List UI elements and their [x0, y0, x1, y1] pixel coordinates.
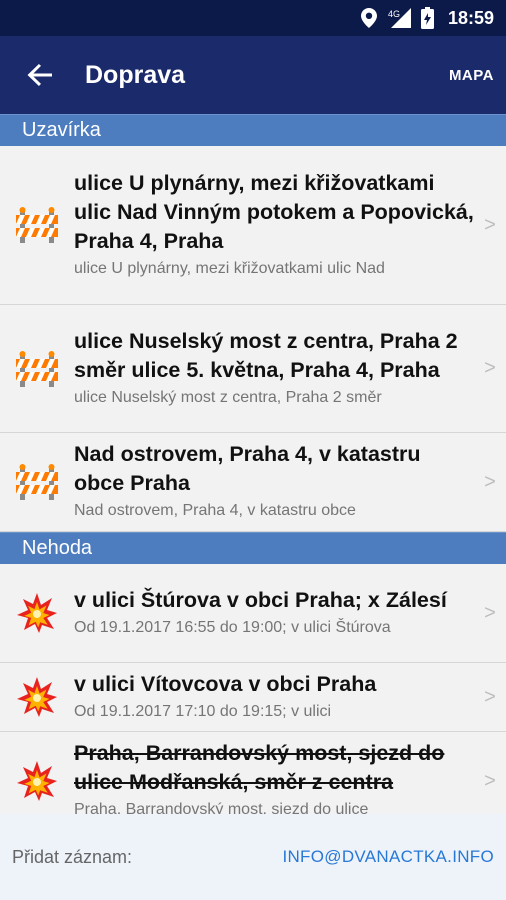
chevron-right-icon: >: [484, 769, 496, 792]
traffic-list: Uzavírka ulice U plynárny, mezi křižovat…: [0, 114, 506, 814]
status-bar: 4G 18:59: [0, 0, 506, 36]
status-time: 18:59: [447, 7, 494, 28]
item-subtitle: Nad ostrovem, Praha 4, v katastru obce: [74, 502, 356, 519]
signal-icon: 4G: [387, 8, 411, 28]
svg-text:4G: 4G: [388, 9, 400, 19]
item-title: ulice Nuselský most z centra, Praha 2 sm…: [74, 328, 458, 382]
email-link[interactable]: INFO@DVANACTKA.INFO: [282, 847, 494, 867]
roadblock-icon: [0, 207, 74, 243]
list-item[interactable]: v ulici Vítovcova v obci Praha Od 19.1.2…: [0, 663, 506, 732]
list-item[interactable]: Praha, Barrandovský most, sjezd do ulice…: [0, 732, 506, 814]
map-button[interactable]: MAPA: [439, 67, 506, 84]
item-title: Nad ostrovem, Praha 4, v katastru obce P…: [74, 442, 421, 495]
list-item[interactable]: ulice Nuselský most z centra, Praha 2 sm…: [0, 305, 506, 433]
footer-add-record: Přidat záznam: INFO@DVANACTKA.INFO: [0, 814, 506, 900]
item-subtitle: Od 19.1.2017 17:10 do 19:15; v ulici: [74, 702, 332, 720]
item-title: Praha, Barrandovský most, sjezd do ulice…: [74, 741, 445, 794]
item-subtitle: Praha, Barrandovský most, sjezd do ulice: [74, 801, 369, 814]
roadblock-icon: [0, 350, 74, 387]
chevron-right-icon: >: [484, 685, 496, 708]
item-subtitle: Od 19.1.2017 16:55 do 19:00; v ulici Štú…: [74, 618, 391, 636]
list-item[interactable]: ulice U plynárny, mezi křižovatkami ulic…: [0, 146, 506, 305]
accident-explosion-icon: [0, 761, 74, 801]
item-subtitle: ulice Nuselský most z centra, Praha 2 sm…: [74, 388, 382, 406]
arrow-back-icon: [27, 64, 52, 86]
battery-icon: [420, 7, 434, 29]
section-header-uzavirka: Uzavírka: [0, 114, 506, 146]
item-title: ulice U plynárny, mezi křižovatkami ulic…: [74, 170, 474, 253]
chevron-right-icon: >: [484, 357, 496, 379]
add-record-label: Přidat záznam:: [12, 846, 133, 867]
back-button[interactable]: [0, 36, 80, 114]
list-item[interactable]: v ulici Štúrova v obci Praha; x Zálesí O…: [0, 564, 506, 663]
list-item[interactable]: Nad ostrovem, Praha 4, v katastru obce P…: [0, 433, 506, 532]
chevron-right-icon: >: [484, 470, 496, 493]
chevron-right-icon: >: [484, 213, 496, 236]
accident-explosion-icon: [0, 677, 74, 717]
page-title: Doprava: [85, 60, 186, 89]
section-header-nehoda: Nehoda: [0, 532, 506, 564]
chevron-right-icon: >: [484, 601, 496, 624]
item-title: v ulici Štúrova v obci Praha; x Zálesí: [74, 587, 447, 612]
item-title: v ulici Vítovcova v obci Praha: [74, 671, 377, 696]
location-icon: [360, 8, 377, 28]
accident-explosion-icon: [0, 593, 74, 633]
item-subtitle: ulice U plynárny, mezi křižovatkami ulic…: [74, 259, 385, 277]
app-bar: Doprava MAPA: [0, 36, 506, 114]
roadblock-icon: [0, 464, 74, 500]
